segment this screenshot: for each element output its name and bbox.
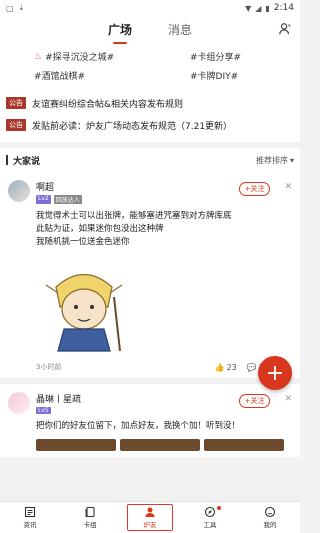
post-image[interactable] — [120, 439, 200, 451]
follow-button[interactable]: +关注 — [238, 394, 271, 408]
like-button[interactable]: 👍 23 — [215, 363, 237, 372]
top-nav: 广场 消息 — [0, 16, 300, 42]
sort-dropdown[interactable]: 推荐排序 ▾ — [256, 155, 294, 166]
user-settings-icon[interactable] — [278, 22, 292, 36]
level-badge: Lv5 — [36, 407, 51, 414]
plus-icon: + — [265, 360, 285, 386]
feed-header: 大家说 推荐排序 ▾ — [0, 148, 300, 172]
follow-button[interactable]: +关注 — [238, 182, 271, 196]
bottom-nav: 资讯 卡组 炉友 工具 我的 — [0, 501, 300, 533]
tab-square[interactable]: 广场 — [108, 17, 132, 42]
topic-item[interactable]: #卡牌DIY# — [150, 69, 282, 82]
post-images — [36, 439, 292, 451]
post-card[interactable]: 啊超 Lv2 回放达人 +关注 ✕ 我觉得术士可以出张牌，能够塞进咒塞到对方牌库… — [0, 172, 300, 378]
signal-icon: ◢ — [255, 3, 262, 13]
feed-title: 大家说 — [13, 156, 41, 167]
notification-dot — [217, 506, 221, 510]
create-post-button[interactable]: + — [258, 356, 292, 390]
topic-item[interactable]: #卡组分享# — [150, 50, 282, 63]
notice-title: 发贴前必读：炉友广场动态发布规范（7.21更新） — [32, 121, 233, 132]
battery-icon: ▮ — [265, 3, 270, 13]
topic-item[interactable]: ♨ #探寻沉没之城# — [18, 50, 150, 64]
username[interactable]: 啊超 — [36, 180, 233, 193]
tab-messages[interactable]: 消息 — [168, 17, 192, 42]
avatar[interactable] — [8, 180, 30, 202]
notice-item[interactable]: 公告 友谊赛纠纷综合帖&相关内容发布规则 — [6, 92, 294, 114]
clock: 2:14 — [273, 3, 294, 13]
sticker-image[interactable] — [36, 257, 132, 353]
cards-icon — [85, 506, 95, 518]
post-image[interactable] — [204, 439, 284, 451]
post-image[interactable] — [36, 439, 116, 451]
post-time: 3小时前 — [36, 363, 62, 371]
topic-item[interactable]: #酒馆战棋# — [18, 69, 150, 82]
nav-me[interactable]: 我的 — [247, 506, 293, 529]
level-badge: Lv2 — [36, 195, 51, 204]
notice-badge: 公告 — [6, 97, 26, 109]
chevron-down-icon: ▾ — [289, 155, 294, 165]
post-content: 把你们的好友位留下，加点好友，我换个加！听到没！ — [36, 421, 241, 431]
friends-icon — [145, 507, 155, 517]
news-icon — [24, 506, 36, 518]
avatar[interactable] — [8, 392, 30, 414]
notice-title: 友谊赛纠纷综合帖&相关内容发布规则 — [32, 99, 184, 110]
post-content: 我觉得术士可以出张牌，能够塞进咒塞到对方牌库底 此贴为证，如果迷你包没出这种牌 … — [36, 211, 232, 247]
close-icon[interactable]: ✕ — [284, 182, 292, 192]
title-badge: 回放达人 — [53, 195, 82, 204]
thumbs-up-icon: 👍 — [214, 362, 225, 372]
post-card[interactable]: 晶琳丨星疏 Lv5 +关注 ✕ 把你们的好友位留下，加点好友，我换个加！听到没！ — [0, 384, 300, 457]
comment-icon: 💬 — [246, 362, 257, 372]
nav-decks[interactable]: 卡组 — [67, 506, 113, 529]
compass-icon — [204, 506, 216, 518]
profile-icon — [264, 506, 276, 518]
nav-tools[interactable]: 工具 — [187, 506, 233, 529]
close-icon[interactable]: ✕ — [284, 394, 292, 404]
wifi-icon: ▼ — [245, 3, 252, 13]
section-bar — [6, 155, 8, 165]
download-icon: ⤓ — [19, 3, 24, 12]
nav-news[interactable]: 资讯 — [7, 506, 53, 529]
nav-friends[interactable]: 炉友 — [127, 504, 173, 531]
username[interactable]: 晶琳丨星疏 — [36, 392, 233, 405]
status-bar: ▢ ⤓ ▼ ◢ ▮ 2:14 — [0, 0, 300, 16]
notice-badge: 公告 — [6, 119, 26, 131]
fire-icon: ♨ — [34, 51, 43, 62]
notice-list: 公告 友谊赛纠纷综合帖&相关内容发布规则 公告 发贴前必读：炉友广场动态发布规范… — [0, 88, 300, 142]
app-notification-icon: ▢ — [6, 3, 14, 13]
notice-item[interactable]: 公告 发贴前必读：炉友广场动态发布规范（7.21更新） — [6, 114, 294, 136]
topic-grid: ♨ #探寻沉没之城# #卡组分享# #酒馆战棋# #卡牌DIY# — [0, 42, 300, 88]
